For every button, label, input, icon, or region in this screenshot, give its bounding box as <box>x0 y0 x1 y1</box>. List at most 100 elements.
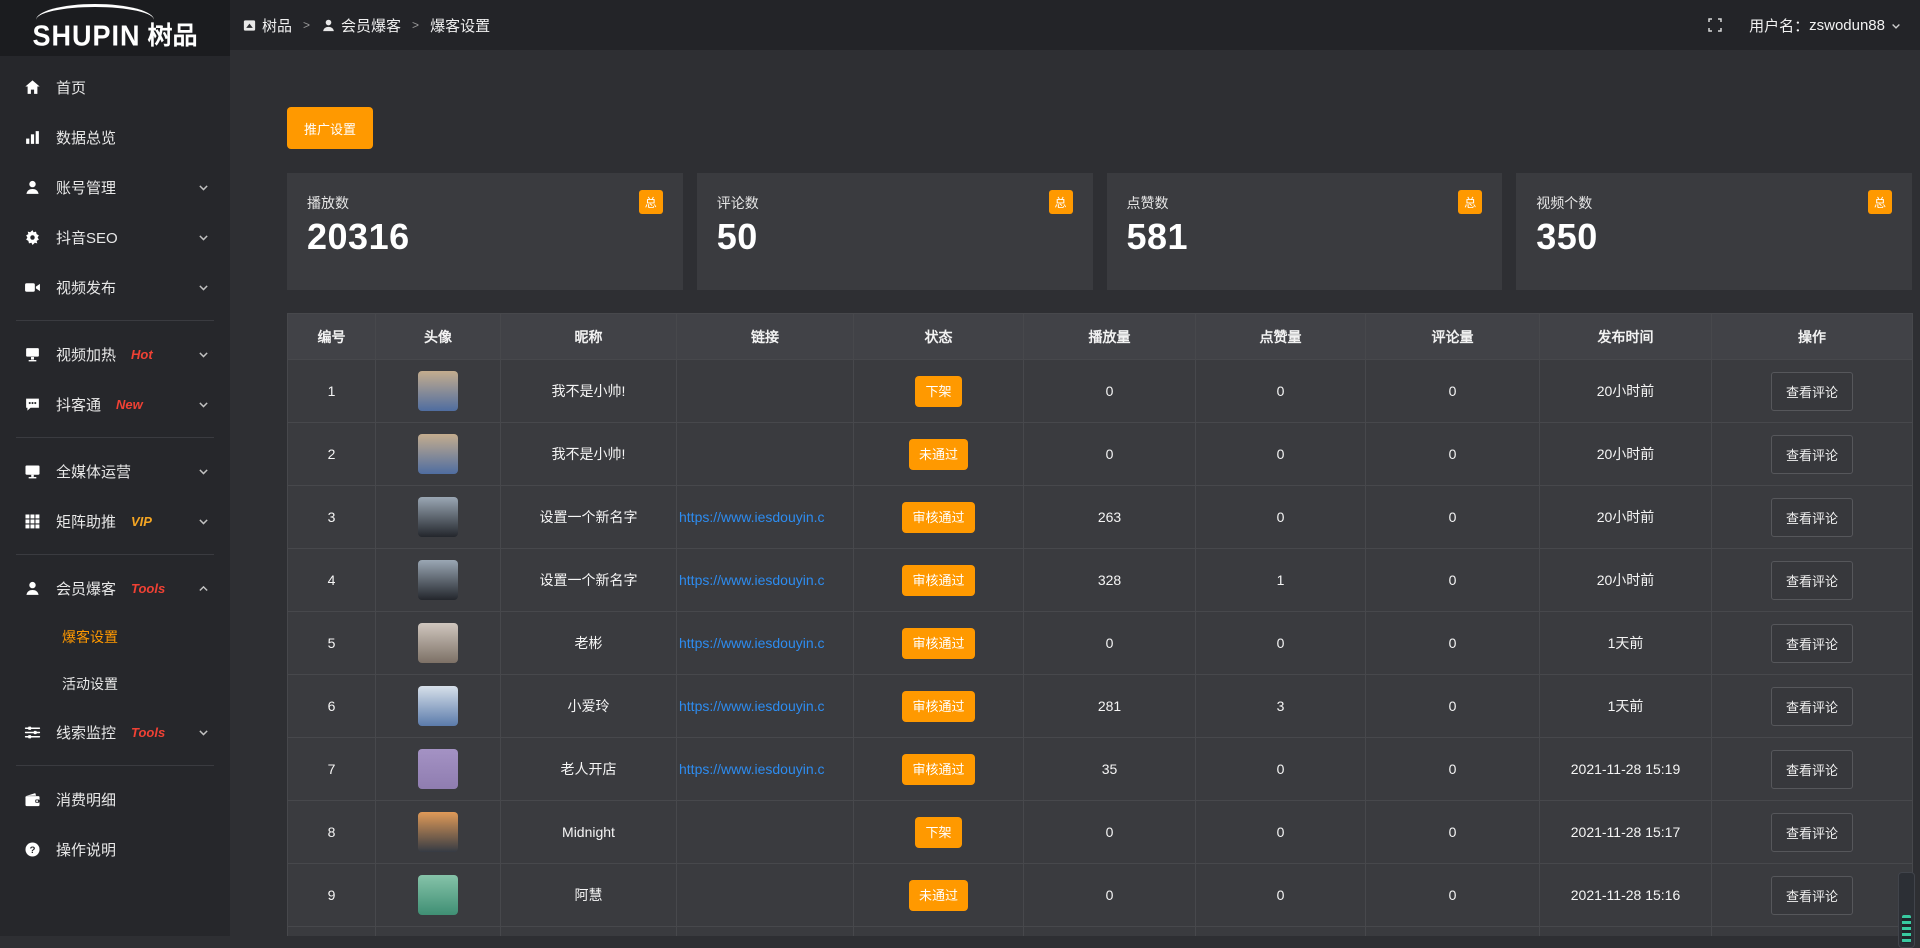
avatar <box>418 686 458 726</box>
avatar <box>418 434 458 474</box>
cell-nickname: 阿慧 <box>501 864 677 927</box>
cell-no: 5 <box>288 612 376 675</box>
row-link[interactable]: https://www.iesdouyin.c <box>677 509 853 525</box>
cell-plays <box>1024 927 1196 937</box>
view-comments-button[interactable]: 查看评论 <box>1771 372 1853 411</box>
avatar <box>418 749 458 789</box>
cell-no: 3 <box>288 486 376 549</box>
row-link[interactable]: https://www.iesdouyin.c <box>677 761 853 777</box>
status-badge: 审核通过 <box>902 565 974 596</box>
menu-divider <box>16 765 214 766</box>
cell-likes: 0 <box>1196 801 1366 864</box>
sidebar-item-消费明细[interactable]: 消费明细 <box>0 774 230 824</box>
sliders-icon <box>24 724 41 741</box>
table-row: 4 设置一个新名字 https://www.iesdouyin.c 审核通过 3… <box>288 549 1913 612</box>
gear-icon <box>24 229 41 246</box>
member-icon <box>24 580 41 597</box>
view-comments-button[interactable]: 查看评论 <box>1771 813 1853 852</box>
status-badge: 审核通过 <box>902 754 974 785</box>
sidebar-item-label: 视频发布 <box>56 277 116 298</box>
sidebar-item-数据总览[interactable]: 数据总览 <box>0 112 230 162</box>
view-comments-button[interactable]: 查看评论 <box>1771 687 1853 726</box>
cell-plays: 0 <box>1024 423 1196 486</box>
scrollbar-thumb[interactable] <box>1902 915 1911 943</box>
status-badge: 下架 <box>915 376 961 407</box>
sidebar-item-label: 首页 <box>56 77 86 98</box>
column-header-昵称: 昵称 <box>501 314 677 360</box>
sidebar-subitem-爆客设置[interactable]: 爆客设置 <box>0 613 230 660</box>
table-body: 1 我不是小帅! 下架 0 0 0 20小时前 查看评论 2 我不是小帅! 未通… <box>288 360 1913 937</box>
cell-nickname: 老彬 <box>501 612 677 675</box>
cell-time: 1天前 <box>1540 612 1712 675</box>
svg-text:?: ? <box>30 844 36 855</box>
sidebar-item-抖客通[interactable]: 抖客通 New <box>0 379 230 429</box>
breadcrumb-item-树品[interactable]: 树品 <box>242 15 292 36</box>
row-link[interactable]: https://www.iesdouyin.c <box>677 698 853 714</box>
table-header-row: 编号头像昵称链接状态播放量点赞量评论量发布时间操作 <box>288 314 1913 360</box>
sidebar-item-视频发布[interactable]: 视频发布 <box>0 262 230 312</box>
row-link[interactable]: https://www.iesdouyin.c <box>677 635 853 651</box>
stat-card-点赞数: 点赞数 总 581 <box>1107 173 1503 290</box>
sidebar-item-操作说明[interactable]: ? 操作说明 <box>0 824 230 874</box>
cell-plays: 281 <box>1024 675 1196 738</box>
promo-settings-button[interactable]: 推广设置 <box>287 107 373 149</box>
scrollbar[interactable] <box>1898 872 1915 948</box>
avatar <box>418 812 458 852</box>
cell-no: 6 <box>288 675 376 738</box>
video-icon <box>24 279 41 296</box>
view-comments-button[interactable]: 查看评论 <box>1771 498 1853 537</box>
view-comments-button[interactable]: 查看评论 <box>1771 561 1853 600</box>
right-column: 树品>会员爆客>爆客设置 用户名： zswodun88 推广设置 播放数 <box>230 0 1920 936</box>
view-comments-button[interactable]: 查看评论 <box>1771 435 1853 474</box>
column-header-头像: 头像 <box>376 314 501 360</box>
sidebar-item-label: 抖客通 <box>56 394 101 415</box>
cell-time <box>1540 927 1712 937</box>
stat-card-视频个数: 视频个数 总 350 <box>1516 173 1912 290</box>
breadcrumb-item-会员爆客[interactable]: 会员爆客 <box>321 15 401 36</box>
fullscreen-icon[interactable] <box>1707 17 1723 33</box>
cell-no: 2 <box>288 423 376 486</box>
view-comments-button[interactable]: 查看评论 <box>1771 876 1853 915</box>
main-content: 推广设置 播放数 总 20316 评论数 总 50 点赞数 总 581 视频个数… <box>230 50 1920 936</box>
sidebar-item-抖音SEO[interactable]: 抖音SEO <box>0 212 230 262</box>
logo[interactable]: SHUPIN 树品 <box>0 0 230 56</box>
cell-nickname: 我不是小帅! <box>501 360 677 423</box>
stat-card-value: 581 <box>1127 216 1483 258</box>
sidebar-item-首页[interactable]: 首页 <box>0 62 230 112</box>
sidebar-item-矩阵助推[interactable]: 矩阵助推 VIP <box>0 496 230 546</box>
bar-chart-icon <box>24 129 41 146</box>
sidebar-item-视频加热[interactable]: 视频加热 Hot <box>0 329 230 379</box>
sidebar-item-会员爆客[interactable]: 会员爆客 Tools <box>0 563 230 613</box>
cell-nickname: Midnight <box>501 801 677 864</box>
topbar: 树品>会员爆客>爆客设置 用户名： zswodun88 <box>230 0 1920 50</box>
sidebar-item-label: 账号管理 <box>56 177 116 198</box>
cell-likes: 0 <box>1196 360 1366 423</box>
column-header-播放量: 播放量 <box>1024 314 1196 360</box>
cell-comments: 0 <box>1366 738 1540 801</box>
cell-time: 2021-11-28 15:17 <box>1540 801 1712 864</box>
table-row: 5 老彬 https://www.iesdouyin.c 审核通过 0 0 0 … <box>288 612 1913 675</box>
sidebar-item-tag: New <box>116 397 143 412</box>
sidebar-item-账号管理[interactable]: 账号管理 <box>0 162 230 212</box>
cell-plays: 0 <box>1024 612 1196 675</box>
row-link[interactable]: https://www.iesdouyin.c <box>677 572 853 588</box>
sidebar-item-全媒体运营[interactable]: 全媒体运营 <box>0 446 230 496</box>
view-comments-button[interactable]: 查看评论 <box>1771 624 1853 663</box>
column-header-评论量: 评论量 <box>1366 314 1540 360</box>
sidebar-subitem-活动设置[interactable]: 活动设置 <box>0 660 230 707</box>
chevron-down-icon <box>197 281 210 294</box>
status-badge: 下架 <box>915 817 961 848</box>
breadcrumb: 树品>会员爆客>爆客设置 <box>242 15 490 36</box>
user-menu[interactable]: 用户名： zswodun88 <box>1749 15 1902 36</box>
cell-comments <box>1366 927 1540 937</box>
sidebar-item-tag: VIP <box>131 514 152 529</box>
column-header-链接: 链接 <box>677 314 854 360</box>
breadcrumb-label: 爆客设置 <box>430 15 490 36</box>
logo-text-en: SHUPIN <box>32 20 140 53</box>
table-row: 8 Midnight 下架 0 0 0 2021-11-28 15:17 查看评… <box>288 801 1913 864</box>
username-label: 用户名： <box>1749 15 1809 36</box>
breadcrumb-separator: > <box>412 18 419 32</box>
sidebar-item-线索监控[interactable]: 线索监控 Tools <box>0 707 230 757</box>
view-comments-button[interactable]: 查看评论 <box>1771 750 1853 789</box>
cell-time: 20小时前 <box>1540 360 1712 423</box>
